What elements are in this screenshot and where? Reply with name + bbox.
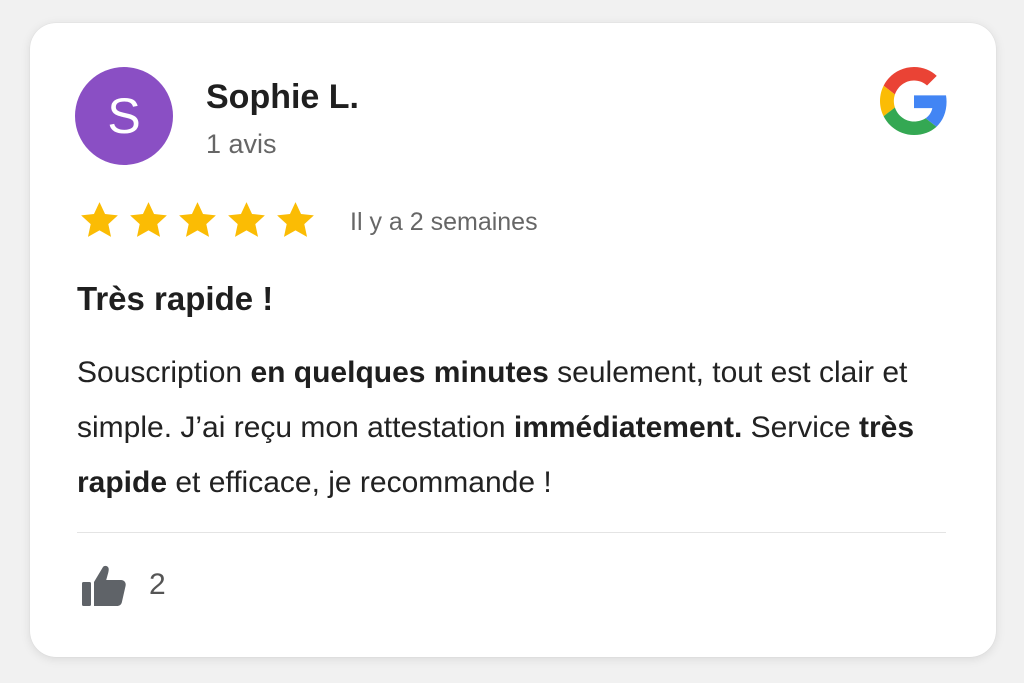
review-title: Très rapide ! (77, 280, 274, 317)
thumbs-up-icon[interactable] (80, 564, 128, 608)
star-icon (81, 202, 118, 237)
review-count: 1 avis (206, 129, 277, 159)
star-rating (77, 198, 318, 243)
reviewer-name[interactable]: Sophie L. (206, 78, 359, 117)
star-icon (179, 202, 216, 237)
review-card: S Sophie L. 1 avis Il y a 2 semaines Trè… (30, 23, 996, 657)
review-text: et efficace, je recommande ! (167, 466, 552, 499)
review-date: Il y a 2 semaines (350, 208, 538, 236)
review-text-bold: immédiatement. (513, 411, 743, 444)
google-icon (880, 67, 947, 135)
review-body: Souscription en quelques minutes seuleme… (77, 345, 957, 510)
divider (77, 532, 946, 533)
star-icon (277, 202, 314, 237)
like-count: 2 (149, 568, 166, 601)
avatar-initial: S (107, 88, 141, 144)
review-text: Service (742, 411, 859, 444)
review-text-bold: en quelques minutes (250, 356, 549, 389)
review-text: Souscription (77, 356, 251, 389)
avatar[interactable]: S (75, 67, 173, 165)
star-icon (228, 202, 265, 237)
star-icon (130, 202, 167, 237)
